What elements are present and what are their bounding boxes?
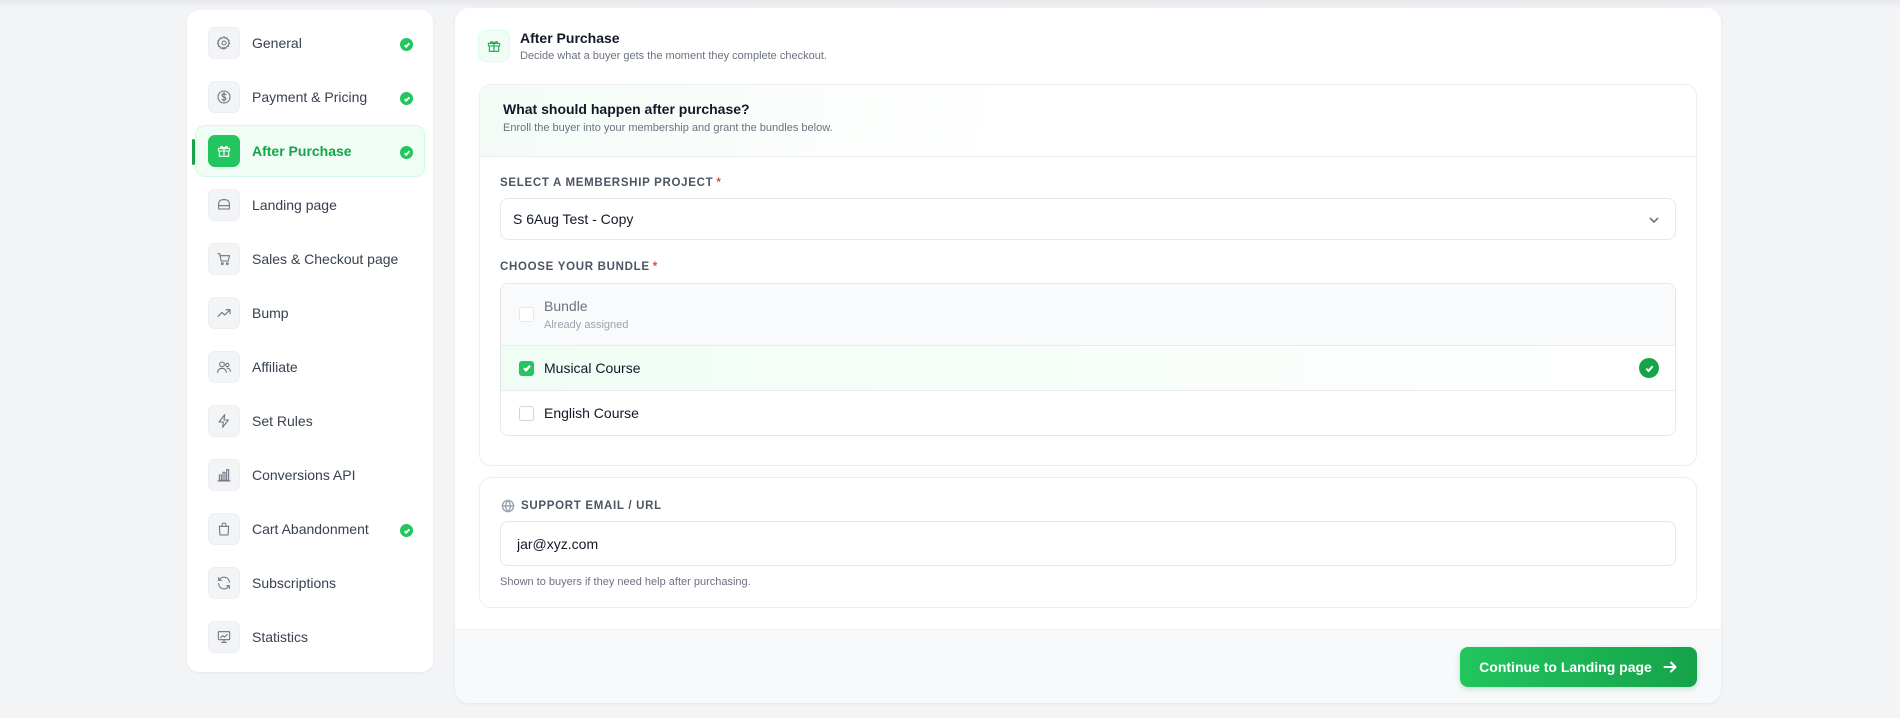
bar-chart-icon	[208, 459, 240, 491]
sidebar-item-label: Sales & Checkout page	[252, 251, 399, 267]
sidebar-item-sales-checkout[interactable]: Sales & Checkout page	[195, 233, 425, 285]
chevron-down-icon	[1647, 213, 1661, 227]
landing-icon	[208, 189, 240, 221]
bundle-name: Musical Course	[544, 360, 641, 376]
sidebar-item-bump[interactable]: Bump	[195, 287, 425, 339]
bundle-name: Bundle	[544, 298, 588, 314]
gear-icon	[208, 27, 240, 59]
support-email-input[interactable]	[500, 521, 1676, 566]
completed-check-icon	[400, 524, 413, 537]
bundle-name: English Course	[544, 405, 639, 421]
page-title: After Purchase	[520, 30, 620, 46]
arrow-right-icon	[1662, 659, 1678, 675]
membership-project-label-text: SELECT A MEMBERSHIP PROJECT	[500, 177, 714, 189]
sidebar-item-label: General	[252, 35, 302, 51]
presentation-chart-icon	[208, 621, 240, 653]
sidebar-item-conversions-api[interactable]: Conversions API	[195, 449, 425, 501]
sidebar-item-after-purchase[interactable]: After Purchase	[192, 125, 425, 177]
sidebar: General Payment & Pricing After Purchase…	[187, 10, 433, 672]
completed-check-icon	[400, 38, 413, 51]
footer-bar: Continue to Landing page	[455, 629, 1721, 703]
sidebar-item-subscriptions[interactable]: Subscriptions	[195, 557, 425, 609]
main-panel: After Purchase Decide what a buyer gets …	[455, 8, 1721, 703]
sidebar-item-label: Bump	[252, 305, 289, 321]
bundle-list: Bundle Already assigned Musical Course E…	[500, 283, 1676, 436]
sidebar-item-general[interactable]: General	[195, 17, 425, 69]
continue-button[interactable]: Continue to Landing page	[1460, 647, 1697, 687]
support-label: SUPPORT EMAIL / URL	[521, 500, 662, 512]
bundle-label-text: CHOOSE YOUR BUNDLE	[500, 261, 650, 273]
required-mark: *	[716, 177, 722, 189]
membership-project-value: S 6Aug Test - Copy	[513, 211, 634, 227]
bundle-option-musical-course[interactable]: Musical Course	[501, 346, 1675, 391]
sidebar-item-cart-abandonment[interactable]: Cart Abandonment	[195, 503, 425, 555]
sidebar-item-landing-page[interactable]: Landing page	[195, 179, 425, 231]
checkmark-icon	[522, 364, 531, 372]
bundle-text: English Course	[544, 405, 639, 421]
bundle-option-bundle: Bundle Already assigned	[501, 284, 1675, 346]
required-mark: *	[652, 261, 658, 273]
bundle-checkbox	[519, 307, 534, 322]
continue-button-label: Continue to Landing page	[1479, 659, 1652, 675]
gift-icon	[478, 30, 510, 62]
gift-icon	[208, 135, 240, 167]
support-card: SUPPORT EMAIL / URL Shown to buyers if t…	[479, 477, 1697, 608]
sidebar-item-set-rules[interactable]: Set Rules	[195, 395, 425, 447]
sidebar-item-affiliate[interactable]: Affiliate	[195, 341, 425, 393]
membership-project-select[interactable]: S 6Aug Test - Copy	[500, 198, 1676, 240]
users-icon	[208, 351, 240, 383]
support-help-text: Shown to buyers if they need help after …	[500, 576, 751, 588]
sidebar-item-payment-pricing[interactable]: Payment & Pricing	[195, 71, 425, 123]
sidebar-item-label: Subscriptions	[252, 575, 337, 591]
bundle-checkbox[interactable]	[519, 360, 534, 376]
cart-icon	[208, 243, 240, 275]
refresh-icon	[208, 567, 240, 599]
top-edge	[0, 0, 1900, 8]
completed-check-icon	[400, 92, 413, 105]
after-purchase-card: What should happen after purchase? Enrol…	[479, 84, 1697, 466]
trending-up-icon	[208, 297, 240, 329]
bundle-label: CHOOSE YOUR BUNDLE *	[500, 261, 658, 273]
membership-project-label: SELECT A MEMBERSHIP PROJECT *	[500, 177, 722, 189]
bundle-note: Already assigned	[544, 319, 629, 331]
card-header: What should happen after purchase? Enrol…	[480, 85, 1696, 157]
card-subtitle: Enroll the buyer into your membership an…	[503, 122, 833, 134]
bundle-text: Musical Course	[544, 360, 640, 376]
sidebar-item-label: Cart Abandonment	[252, 521, 369, 537]
sidebar-item-statistics[interactable]: Statistics	[195, 611, 425, 663]
page-subtitle: Decide what a buyer gets the moment they…	[520, 50, 827, 62]
sidebar-item-label: Statistics	[252, 629, 309, 645]
bundle-checkbox[interactable]	[519, 405, 534, 421]
sidebar-item-label: Set Rules	[252, 413, 313, 429]
sidebar-item-label: Conversions API	[252, 467, 356, 483]
sidebar-item-label: Affiliate	[252, 359, 298, 375]
sidebar-item-label: Payment & Pricing	[252, 89, 368, 105]
selected-check-icon	[1639, 358, 1659, 378]
bundle-text: Bundle Already assigned	[544, 298, 628, 331]
bundle-option-english-course[interactable]: English Course	[501, 391, 1675, 435]
globe-icon	[501, 499, 515, 513]
dollar-icon	[208, 81, 240, 113]
sidebar-item-label: Landing page	[252, 197, 337, 213]
card-title: What should happen after purchase?	[503, 101, 750, 117]
bag-icon	[208, 513, 240, 545]
completed-check-icon	[400, 146, 413, 159]
sidebar-item-label: After Purchase	[252, 143, 352, 159]
lightning-icon	[208, 405, 240, 437]
